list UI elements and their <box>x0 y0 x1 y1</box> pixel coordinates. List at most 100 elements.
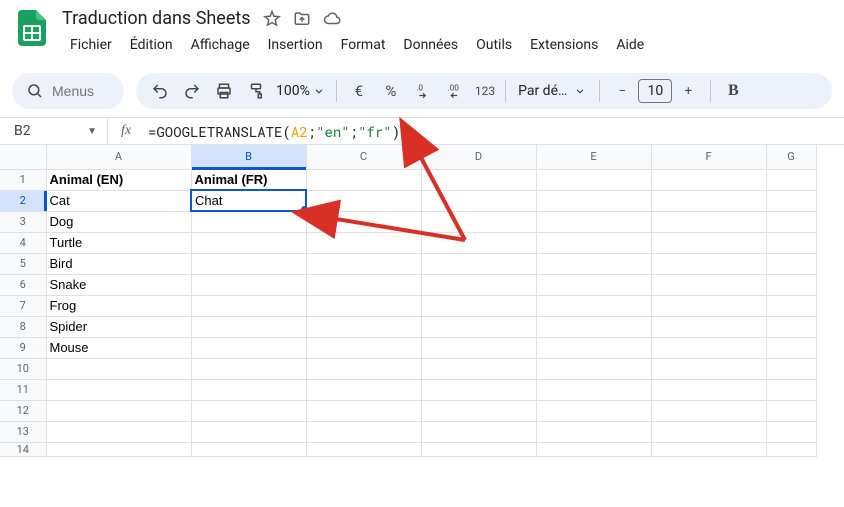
font-select[interactable]: Par dé… <box>512 83 593 99</box>
menu-edit[interactable]: Édition <box>122 33 181 57</box>
menu-data[interactable]: Données <box>395 33 466 57</box>
cell[interactable]: Snake <box>46 274 191 295</box>
row-header[interactable]: 11 <box>0 379 46 400</box>
cell[interactable] <box>536 169 651 190</box>
row-header[interactable]: 3 <box>0 211 46 232</box>
row-header[interactable]: 2 <box>0 190 46 211</box>
zoom-select[interactable]: 100% <box>272 83 330 99</box>
menu-format[interactable]: Format <box>333 33 394 57</box>
percent-button[interactable]: % <box>375 75 407 107</box>
cell[interactable] <box>421 379 536 400</box>
cell[interactable]: Bird <box>46 253 191 274</box>
cell[interactable] <box>191 358 306 379</box>
cell[interactable] <box>651 253 766 274</box>
cell[interactable] <box>536 316 651 337</box>
menu-extensions[interactable]: Extensions <box>522 33 606 57</box>
cell[interactable] <box>306 253 421 274</box>
cell[interactable] <box>651 232 766 253</box>
cell[interactable] <box>191 274 306 295</box>
cell[interactable] <box>306 442 421 456</box>
cell[interactable] <box>306 358 421 379</box>
cell[interactable] <box>536 253 651 274</box>
col-header[interactable]: B <box>191 145 306 169</box>
col-header[interactable]: G <box>766 145 816 169</box>
cell[interactable]: Animal (EN) <box>46 169 191 190</box>
cell[interactable] <box>306 400 421 421</box>
cell[interactable] <box>306 379 421 400</box>
cell[interactable] <box>766 358 816 379</box>
bold-button[interactable]: B <box>717 75 749 107</box>
cell[interactable] <box>766 442 816 456</box>
row-header[interactable]: 13 <box>0 421 46 442</box>
name-box[interactable]: B2 ▼ <box>0 118 108 144</box>
cell[interactable] <box>46 400 191 421</box>
cell[interactable] <box>306 190 421 211</box>
cell[interactable] <box>651 379 766 400</box>
cell[interactable] <box>536 295 651 316</box>
number-format-button[interactable]: 123 <box>471 75 499 107</box>
move-folder-icon[interactable] <box>293 10 311 28</box>
currency-button[interactable]: € <box>343 75 375 107</box>
undo-button[interactable] <box>144 75 176 107</box>
cloud-status-icon[interactable] <box>323 10 341 28</box>
cell[interactable] <box>651 400 766 421</box>
cell[interactable] <box>421 253 536 274</box>
cell[interactable] <box>766 253 816 274</box>
cell[interactable] <box>191 400 306 421</box>
cell[interactable] <box>421 358 536 379</box>
font-size-input[interactable]: 10 <box>638 79 672 103</box>
cell[interactable] <box>191 316 306 337</box>
cell[interactable] <box>191 232 306 253</box>
cell[interactable] <box>191 211 306 232</box>
cell[interactable] <box>421 211 536 232</box>
cell[interactable] <box>536 232 651 253</box>
cell[interactable] <box>766 316 816 337</box>
cell[interactable] <box>536 400 651 421</box>
cell[interactable] <box>536 190 651 211</box>
cell[interactable] <box>651 316 766 337</box>
col-header[interactable]: A <box>46 145 191 169</box>
menu-help[interactable]: Aide <box>608 33 652 57</box>
cell[interactable] <box>766 400 816 421</box>
redo-button[interactable] <box>176 75 208 107</box>
cell[interactable] <box>536 211 651 232</box>
row-header[interactable]: 5 <box>0 253 46 274</box>
col-header[interactable]: F <box>651 145 766 169</box>
cell[interactable] <box>421 421 536 442</box>
cell[interactable] <box>306 421 421 442</box>
cell[interactable] <box>421 169 536 190</box>
cell[interactable]: Cat <box>46 190 191 211</box>
cell[interactable] <box>651 295 766 316</box>
search-menus[interactable] <box>12 73 124 109</box>
row-header[interactable]: 7 <box>0 295 46 316</box>
cell[interactable] <box>421 442 536 456</box>
menu-file[interactable]: Fichier <box>62 33 120 57</box>
cell[interactable]: Dog <box>46 211 191 232</box>
cell[interactable] <box>766 337 816 358</box>
cell[interactable] <box>766 169 816 190</box>
cell[interactable] <box>306 337 421 358</box>
increase-decimals-button[interactable]: .00 <box>439 75 471 107</box>
cell[interactable]: Spider <box>46 316 191 337</box>
cell[interactable] <box>421 232 536 253</box>
cell[interactable] <box>651 337 766 358</box>
cell[interactable] <box>536 358 651 379</box>
row-header[interactable]: 4 <box>0 232 46 253</box>
cell[interactable] <box>766 190 816 211</box>
cell[interactable] <box>651 211 766 232</box>
cell[interactable] <box>421 400 536 421</box>
search-menus-input[interactable] <box>52 83 110 99</box>
cell[interactable]: Animal (FR) <box>191 169 306 190</box>
cell[interactable]: Frog <box>46 295 191 316</box>
cell[interactable] <box>536 442 651 456</box>
cell[interactable] <box>306 232 421 253</box>
cell[interactable] <box>651 274 766 295</box>
cell[interactable] <box>191 253 306 274</box>
print-button[interactable] <box>208 75 240 107</box>
cell[interactable] <box>536 379 651 400</box>
cell[interactable] <box>766 379 816 400</box>
menu-tools[interactable]: Outils <box>468 33 520 57</box>
cell[interactable] <box>536 337 651 358</box>
cell[interactable] <box>651 358 766 379</box>
row-header[interactable]: 6 <box>0 274 46 295</box>
